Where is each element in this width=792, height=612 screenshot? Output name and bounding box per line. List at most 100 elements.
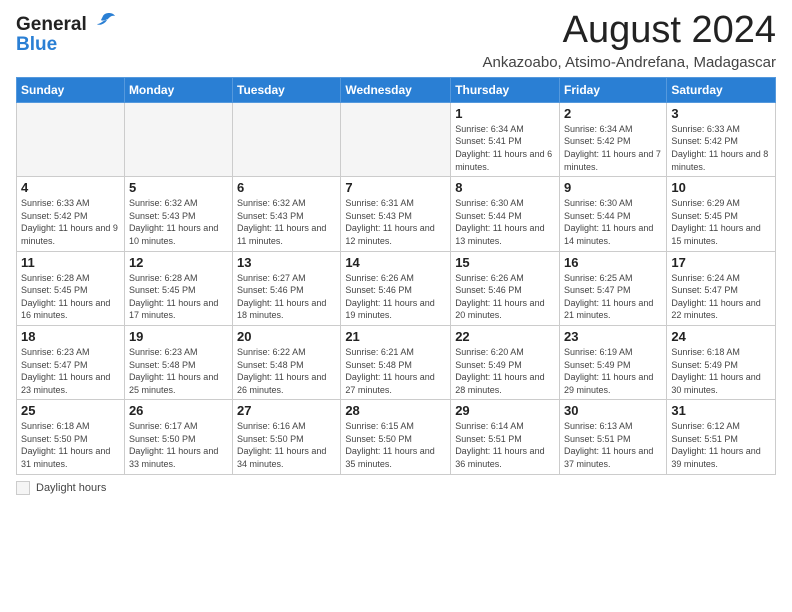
day-info: Sunrise: 6:20 AMSunset: 5:49 PMDaylight:… — [455, 346, 555, 396]
calendar-week-2: 4 Sunrise: 6:33 AMSunset: 5:42 PMDaylight… — [17, 177, 776, 251]
day-info: Sunrise: 6:31 AMSunset: 5:43 PMDaylight:… — [345, 197, 446, 247]
calendar-header-row: SundayMondayTuesdayWednesdayThursdayFrid… — [17, 77, 776, 102]
weekday-header-tuesday: Tuesday — [233, 77, 341, 102]
calendar-cell: 22 Sunrise: 6:20 AMSunset: 5:49 PMDayligh… — [451, 325, 560, 399]
calendar-table: SundayMondayTuesdayWednesdayThursdayFrid… — [16, 77, 776, 475]
day-number: 28 — [345, 403, 446, 418]
day-number: 22 — [455, 329, 555, 344]
calendar-cell — [124, 102, 232, 176]
logo-blue-text: Blue — [16, 34, 57, 56]
day-info: Sunrise: 6:28 AMSunset: 5:45 PMDaylight:… — [21, 272, 120, 322]
calendar-cell: 9 Sunrise: 6:30 AMSunset: 5:44 PMDaylight… — [560, 177, 667, 251]
day-number: 13 — [237, 255, 336, 270]
calendar-cell: 15 Sunrise: 6:26 AMSunset: 5:46 PMDayligh… — [451, 251, 560, 325]
calendar-cell: 18 Sunrise: 6:23 AMSunset: 5:47 PMDayligh… — [17, 325, 125, 399]
calendar-week-3: 11 Sunrise: 6:28 AMSunset: 5:45 PMDayligh… — [17, 251, 776, 325]
calendar-week-1: 1 Sunrise: 6:34 AMSunset: 5:41 PMDaylight… — [17, 102, 776, 176]
calendar-cell: 21Sunrise: 6:21 AMSunset: 5:48 PMDayligh… — [341, 325, 451, 399]
day-info: Sunrise: 6:12 AMSunset: 5:51 PMDaylight:… — [671, 420, 771, 470]
day-number: 4 — [21, 180, 120, 195]
day-number: 20 — [237, 329, 336, 344]
day-info: Sunrise: 6:34 AMSunset: 5:41 PMDaylight:… — [455, 123, 555, 173]
logo-bird-icon — [89, 12, 117, 34]
weekday-header-thursday: Thursday — [451, 77, 560, 102]
day-number: 11 — [21, 255, 120, 270]
calendar-cell: 1 Sunrise: 6:34 AMSunset: 5:41 PMDaylight… — [451, 102, 560, 176]
footer: Daylight hours — [16, 481, 776, 495]
day-info: Sunrise: 6:15 AMSunset: 5:50 PMDaylight:… — [345, 420, 446, 470]
calendar-cell: 20 Sunrise: 6:22 AMSunset: 5:48 PMDayligh… — [233, 325, 341, 399]
day-info: Sunrise: 6:17 AMSunset: 5:50 PMDaylight:… — [129, 420, 228, 470]
day-number: 25 — [21, 403, 120, 418]
day-number: 29 — [455, 403, 555, 418]
day-info: Sunrise: 6:18 AMSunset: 5:49 PMDaylight:… — [671, 346, 771, 396]
day-info: Sunrise: 6:26 AMSunset: 5:46 PMDaylight:… — [455, 272, 555, 322]
calendar-cell: 24 Sunrise: 6:18 AMSunset: 5:49 PMDayligh… — [667, 325, 776, 399]
weekday-header-monday: Monday — [124, 77, 232, 102]
title-area: August 2024 Ankazoabo, Atsimo-Andrefana,… — [482, 10, 776, 71]
calendar-cell: 28 Sunrise: 6:15 AMSunset: 5:50 PMDayligh… — [341, 400, 451, 474]
calendar-cell: 3Sunrise: 6:33 AMSunset: 5:42 PMDaylight… — [667, 102, 776, 176]
day-info: Sunrise: 6:16 AMSunset: 5:50 PMDaylight:… — [237, 420, 336, 470]
calendar-cell: 30 Sunrise: 6:13 AMSunset: 5:51 PMDayligh… — [560, 400, 667, 474]
day-number: 23 — [564, 329, 662, 344]
day-info: Sunrise: 6:23 AMSunset: 5:47 PMDaylight:… — [21, 346, 120, 396]
day-number: 26 — [129, 403, 228, 418]
day-info: Sunrise: 6:22 AMSunset: 5:48 PMDaylight:… — [237, 346, 336, 396]
day-number: 27 — [237, 403, 336, 418]
subtitle: Ankazoabo, Atsimo-Andrefana, Madagascar — [482, 54, 776, 71]
day-info: Sunrise: 6:34 AMSunset: 5:42 PMDaylight:… — [564, 123, 662, 173]
day-number: 7 — [345, 180, 446, 195]
day-info: Sunrise: 6:30 AMSunset: 5:44 PMDaylight:… — [455, 197, 555, 247]
calendar-cell: 19Sunrise: 6:23 AMSunset: 5:48 PMDayligh… — [124, 325, 232, 399]
calendar-cell: 7 Sunrise: 6:31 AMSunset: 5:43 PMDaylight… — [341, 177, 451, 251]
weekday-header-saturday: Saturday — [667, 77, 776, 102]
day-number: 24 — [671, 329, 771, 344]
day-number: 14 — [345, 255, 446, 270]
day-info: Sunrise: 6:30 AMSunset: 5:44 PMDaylight:… — [564, 197, 662, 247]
day-number: 6 — [237, 180, 336, 195]
day-number: 10 — [671, 180, 771, 195]
calendar-cell: 14 Sunrise: 6:26 AMSunset: 5:46 PMDayligh… — [341, 251, 451, 325]
day-info: Sunrise: 6:33 AMSunset: 5:42 PMDaylight:… — [21, 197, 120, 247]
daylight-box — [16, 481, 30, 495]
day-number: 21 — [345, 329, 446, 344]
calendar-cell — [17, 102, 125, 176]
day-number: 9 — [564, 180, 662, 195]
day-info: Sunrise: 6:25 AMSunset: 5:47 PMDaylight:… — [564, 272, 662, 322]
day-number: 30 — [564, 403, 662, 418]
day-number: 1 — [455, 106, 555, 121]
weekday-header-friday: Friday — [560, 77, 667, 102]
day-info: Sunrise: 6:33 AMSunset: 5:42 PMDaylight:… — [671, 123, 771, 173]
day-info: Sunrise: 6:32 AMSunset: 5:43 PMDaylight:… — [237, 197, 336, 247]
header: General Blue August 2024 Ankazoabo, Atsi… — [16, 10, 776, 71]
daylight-label: Daylight hours — [36, 482, 106, 494]
calendar-cell: 31Sunrise: 6:12 AMSunset: 5:51 PMDayligh… — [667, 400, 776, 474]
day-number: 16 — [564, 255, 662, 270]
calendar-cell: 26 Sunrise: 6:17 AMSunset: 5:50 PMDayligh… — [124, 400, 232, 474]
calendar-cell: 2 Sunrise: 6:34 AMSunset: 5:42 PMDaylight… — [560, 102, 667, 176]
main-title: August 2024 — [482, 10, 776, 52]
calendar-cell: 12Sunrise: 6:28 AMSunset: 5:45 PMDayligh… — [124, 251, 232, 325]
day-number: 2 — [564, 106, 662, 121]
day-number: 5 — [129, 180, 228, 195]
day-info: Sunrise: 6:26 AMSunset: 5:46 PMDaylight:… — [345, 272, 446, 322]
day-info: Sunrise: 6:23 AMSunset: 5:48 PMDaylight:… — [129, 346, 228, 396]
calendar-cell: 23 Sunrise: 6:19 AMSunset: 5:49 PMDayligh… — [560, 325, 667, 399]
day-info: Sunrise: 6:14 AMSunset: 5:51 PMDaylight:… — [455, 420, 555, 470]
day-number: 15 — [455, 255, 555, 270]
day-info: Sunrise: 6:13 AMSunset: 5:51 PMDaylight:… — [564, 420, 662, 470]
calendar-cell: 6 Sunrise: 6:32 AMSunset: 5:43 PMDaylight… — [233, 177, 341, 251]
calendar-cell: 25Sunrise: 6:18 AMSunset: 5:50 PMDayligh… — [17, 400, 125, 474]
day-number: 18 — [21, 329, 120, 344]
weekday-header-wednesday: Wednesday — [341, 77, 451, 102]
day-info: Sunrise: 6:27 AMSunset: 5:46 PMDaylight:… — [237, 272, 336, 322]
day-info: Sunrise: 6:19 AMSunset: 5:49 PMDaylight:… — [564, 346, 662, 396]
calendar-cell — [341, 102, 451, 176]
logo: General Blue — [16, 14, 117, 56]
day-number: 12 — [129, 255, 228, 270]
calendar-cell — [233, 102, 341, 176]
day-info: Sunrise: 6:24 AMSunset: 5:47 PMDaylight:… — [671, 272, 771, 322]
calendar-cell: 4 Sunrise: 6:33 AMSunset: 5:42 PMDaylight… — [17, 177, 125, 251]
calendar-cell: 5Sunrise: 6:32 AMSunset: 5:43 PMDaylight… — [124, 177, 232, 251]
